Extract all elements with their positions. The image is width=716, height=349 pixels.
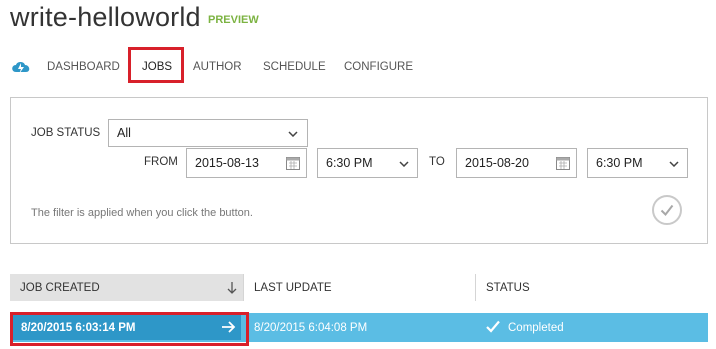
chevron-down-icon [399,161,409,167]
from-date-input[interactable]: 2015-08-13 [186,148,307,178]
tab-dashboard[interactable]: DASHBOARD [47,61,120,73]
chevron-down-icon [669,161,679,167]
calendar-icon[interactable] [286,156,300,170]
apply-filter-button[interactable] [652,195,682,225]
column-header-last-update[interactable]: LAST UPDATE [244,274,475,301]
filter-hint: The filter is applied when you click the… [31,207,253,219]
column-header-job-created[interactable]: JOB CREATED [10,274,243,301]
cell-last-update: 8/20/2015 6:04:08 PM [254,322,368,334]
cell-status: Completed [508,322,564,334]
cell-job-created[interactable]: 8/20/2015 6:03:14 PM [21,322,135,334]
from-date-value: 2015-08-13 [195,156,259,170]
column-header-status[interactable]: STATUS [476,274,708,301]
chevron-down-icon [288,131,298,137]
check-icon [660,204,674,217]
job-status-select[interactable]: All [108,119,308,147]
from-label: FROM [144,156,178,168]
jobs-tab-highlight [128,47,184,83]
column-label: JOB CREATED [20,282,100,294]
check-icon [486,320,500,333]
column-label: LAST UPDATE [254,282,332,294]
page-title: write-helloworld [10,2,201,32]
to-time-value: 6:30 PM [596,156,643,170]
to-date-input[interactable]: 2015-08-20 [456,148,577,178]
to-time-select[interactable]: 6:30 PM [587,148,688,178]
job-status-label: JOB STATUS [31,127,101,139]
tab-configure[interactable]: CONFIGURE [344,61,413,73]
to-label: TO [429,156,445,168]
calendar-icon[interactable] [556,156,570,170]
automation-icon[interactable] [10,59,32,75]
from-time-select[interactable]: 6:30 PM [317,148,418,178]
from-time-value: 6:30 PM [326,156,373,170]
to-date-value: 2015-08-20 [465,156,529,170]
arrow-down-icon [227,282,237,294]
tab-schedule[interactable]: SCHEDULE [263,61,326,73]
column-label: STATUS [486,282,530,294]
job-status-value: All [117,126,131,140]
arrow-right-icon[interactable] [222,321,236,333]
tab-author[interactable]: AUTHOR [193,61,242,73]
preview-badge: PREVIEW [208,14,259,26]
